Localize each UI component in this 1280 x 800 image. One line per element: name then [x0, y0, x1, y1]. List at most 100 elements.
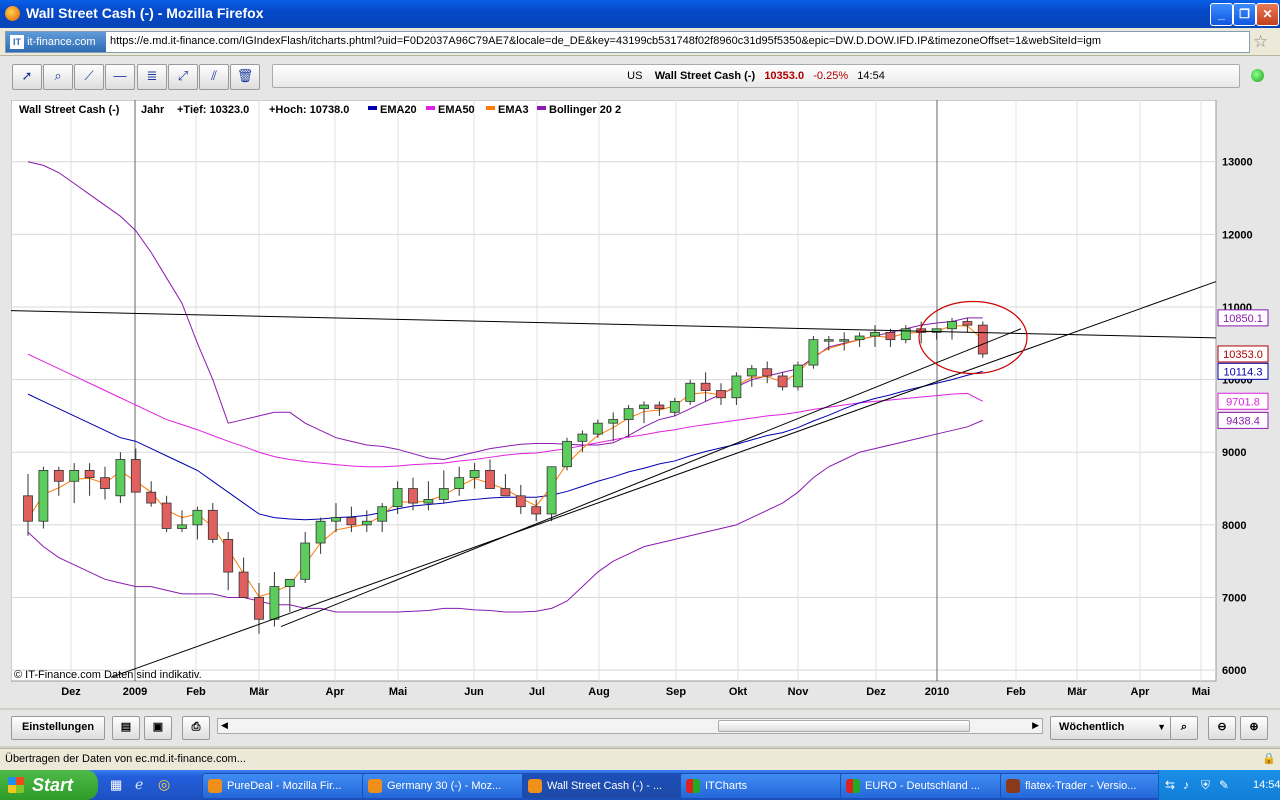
tray-security-icon[interactable]: ⛨	[1201, 770, 1210, 800]
task-flatex-trader[interactable]: flatex-Trader - Versio...	[1000, 773, 1178, 799]
window-title-bar[interactable]: Wall Street Cash (-) - Mozilla Firefox _…	[0, 0, 1280, 28]
market-region: US	[627, 70, 643, 82]
task-puredeal[interactable]: PureDeal - Mozilla Fir...	[202, 773, 382, 799]
price-chart[interactable]: 600070008000900010000110001200013000 Dez…	[11, 100, 1271, 702]
settings-button[interactable]: Einstellungen	[11, 716, 105, 740]
tray-network-icon[interactable]: ⇆	[1165, 770, 1175, 800]
lock-icon: 🔒	[1262, 753, 1276, 765]
y-tick-label: 7000	[1222, 592, 1246, 604]
candle-body	[177, 524, 187, 529]
task-germany30[interactable]: Germany 30 (-) - Moz...	[362, 773, 542, 799]
url-text[interactable]: https://e.md.it-finance.com/IGIndexFlash…	[110, 35, 1101, 47]
candle-body	[608, 419, 619, 424]
legend-ema3: EMA3	[498, 104, 529, 116]
quick-launch-firefox-icon[interactable]: ◎	[158, 776, 170, 793]
system-tray: ⇆ ♪ ⛨ ✎ 14:54	[1158, 770, 1280, 800]
candle-body	[746, 368, 757, 377]
zoom-out-button[interactable]: ⊖	[1208, 716, 1236, 740]
y-tick-label: 13000	[1222, 157, 1253, 169]
candle-body	[438, 488, 449, 500]
x-tick-label: Apr	[326, 686, 346, 698]
bookmark-star-icon[interactable]: ☆	[1253, 32, 1268, 52]
connection-status-icon	[1251, 69, 1264, 82]
quick-launch-ie-icon[interactable]: ℯ	[135, 776, 143, 793]
chart-icon	[846, 779, 860, 793]
zoom-tool-button[interactable]: ⌕	[43, 64, 73, 90]
minimize-button[interactable]: _	[1210, 3, 1233, 26]
value-label: 10850.1	[1223, 313, 1263, 325]
trendline-tool-button[interactable]: ⟋	[74, 64, 104, 90]
time-scrollbar[interactable]: ◀ ▶	[217, 718, 1043, 734]
x-tick-label: Jul	[529, 686, 545, 698]
value-labels: 10850.1 10353.0 10114.3 9701.8 9438.4	[1217, 309, 1269, 429]
x-tick-label: Okt	[729, 686, 748, 698]
print-button[interactable]: ⎙	[182, 716, 210, 740]
fibonacci-tool-button[interactable]: ≣	[137, 64, 167, 90]
task-euro-deutschland[interactable]: EURO - Deutschland ...	[840, 773, 1020, 799]
navigation-bar: IT it-finance.com https://e.md.it-financ…	[0, 28, 1280, 56]
x-tick-label: Sep	[666, 686, 686, 698]
legend-ema50: EMA50	[438, 104, 475, 116]
scrollbar-thumb[interactable]	[718, 720, 970, 732]
y-tick-label: 6000	[1222, 665, 1246, 677]
task-label: Germany 30 (-) - Moz...	[387, 780, 502, 792]
quick-launch-desktop-icon[interactable]: ▦	[110, 777, 122, 793]
taskbar: Start ▦ ℯ ◎ PureDeal - Mozilla Fir... Ge…	[0, 770, 1280, 800]
candle-body	[808, 339, 819, 366]
legend-swatch-ema50	[426, 106, 435, 110]
site-identity-badge[interactable]: IT it-finance.com	[6, 32, 106, 52]
candle-body	[854, 335, 865, 341]
delete-drawings-button[interactable]: 🗑	[230, 64, 260, 90]
start-label: Start	[32, 775, 74, 795]
indicators-button[interactable]: ▤	[112, 716, 140, 740]
task-itcharts[interactable]: ITCharts	[680, 773, 860, 799]
x-tick-label: Mär	[1067, 686, 1087, 698]
candle-body	[38, 469, 49, 522]
legend-swatch-ema20	[368, 106, 377, 110]
zoom-out-icon: ⊖	[1217, 721, 1227, 733]
parallel-line-tool-button[interactable]: ⫽	[199, 64, 229, 90]
candle-body	[947, 321, 957, 330]
y-tick-label: 8000	[1222, 520, 1246, 532]
scroll-left-icon[interactable]: ◀	[221, 720, 228, 731]
candle-body	[53, 469, 64, 482]
candle-body	[100, 477, 110, 489]
candle-body	[331, 517, 341, 522]
chart-icon	[686, 779, 700, 793]
candle-body	[377, 506, 388, 522]
scroll-right-icon[interactable]: ▶	[1032, 720, 1039, 731]
printer-icon: ⎙	[191, 721, 201, 733]
candle-body	[870, 331, 880, 337]
channel-tool-button[interactable]: ⤢	[168, 64, 198, 90]
task-label: flatex-Trader - Versio...	[1025, 780, 1137, 792]
window-title: Wall Street Cash (-) - Mozilla Firefox	[26, 5, 264, 21]
clock[interactable]: 14:54	[1253, 770, 1280, 800]
x-tick-label: Mai	[1192, 686, 1210, 698]
status-bar: Übertragen der Daten von ec.md.it-financ…	[0, 748, 1280, 770]
candle-body	[762, 368, 773, 377]
save-button[interactable]: ▣	[144, 716, 172, 740]
zoom-in-button[interactable]: ⊕	[1240, 716, 1268, 740]
close-button[interactable]: ✕	[1256, 3, 1279, 26]
instrument-name: Wall Street Cash (-)	[654, 70, 756, 82]
fibonacci-icon: ≣	[146, 68, 158, 83]
candle-body	[716, 390, 726, 399]
maximize-button[interactable]: ❐	[1233, 3, 1256, 26]
candle-body	[977, 324, 988, 355]
interval-select[interactable]: Wöchentlich ▼	[1050, 716, 1172, 740]
tray-app-icon[interactable]: ✎	[1219, 770, 1229, 800]
magnifier-icon: ⌕	[54, 68, 62, 83]
horizontal-line-tool-button[interactable]: —	[105, 64, 135, 90]
price-change: -0.25%	[813, 70, 849, 82]
pointer-tool-button[interactable]: ➚	[12, 64, 42, 90]
value-label: 10353.0	[1223, 349, 1263, 361]
candle-body	[223, 538, 234, 573]
zoom-fit-button[interactable]: ⌕	[1170, 716, 1198, 740]
url-bar[interactable]: IT it-finance.com https://e.md.it-financ…	[5, 31, 1250, 53]
tray-sound-icon[interactable]: ♪	[1183, 770, 1189, 800]
candle-body	[469, 469, 480, 479]
start-button[interactable]: Start	[0, 770, 98, 800]
task-wallstreet[interactable]: Wall Street Cash (-) - ...	[522, 773, 702, 799]
x-tick-label: 2009	[123, 686, 147, 698]
candle-body	[562, 440, 572, 468]
